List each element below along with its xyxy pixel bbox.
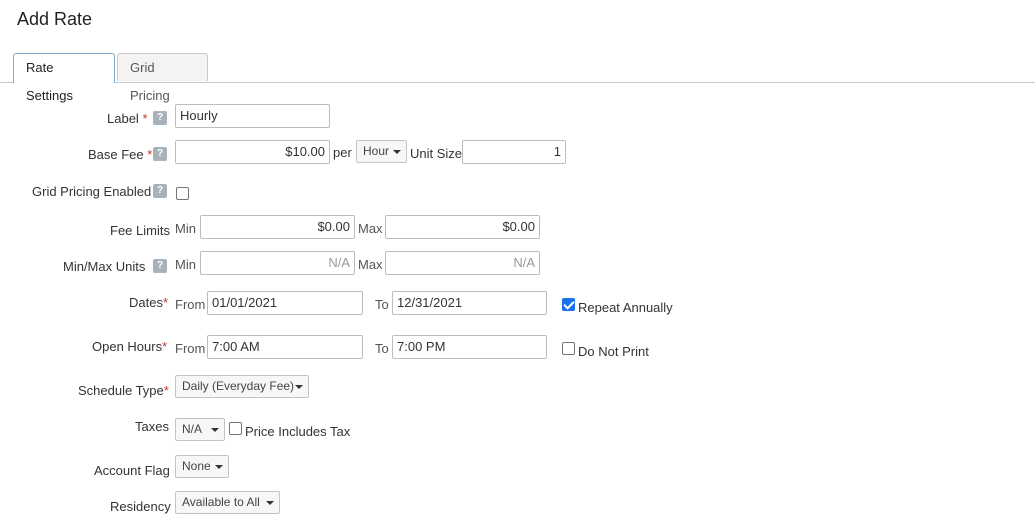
fee-min-label: Min [175,221,196,236]
units-min-input[interactable]: N/A [200,251,355,275]
per-label: per [333,145,352,160]
unit-size-label: Unit Size [410,146,463,161]
tab-bar: Rate Settings Grid Pricing [0,53,1035,103]
grid-pricing-checkbox[interactable] [176,187,189,200]
help-icon[interactable]: ? [153,259,167,273]
chevron-down-icon [393,150,401,154]
account-flag-label: Account Flag [94,463,170,478]
hours-to-input[interactable]: 7:00 PM [392,335,547,359]
taxes-label: Taxes [135,419,169,434]
dates-label: Dates* [129,295,169,310]
chevron-down-icon [211,428,219,432]
units-min-label: Min [175,257,196,272]
account-flag-value: None [182,459,211,473]
fee-limits-label: Fee Limits [110,223,170,238]
units-max-placeholder: N/A [513,255,535,270]
chevron-down-icon [266,501,274,505]
repeat-annually-checkbox[interactable] [562,298,575,311]
help-icon[interactable]: ? [153,184,167,198]
repeat-annually-label[interactable]: Repeat Annually [578,300,673,315]
required-marker: * [162,295,169,310]
help-icon[interactable]: ? [153,147,167,161]
hours-from-label: From [175,341,206,356]
schedule-type-label: Schedule Type* [78,383,169,398]
unit-select[interactable]: Hour [356,140,407,163]
open-hours-label: Open Hours* [92,339,168,354]
required-marker: * [147,147,153,162]
base-fee-input[interactable]: $10.00 [175,140,330,164]
fee-min-input[interactable]: $0.00 [200,215,355,239]
units-min-placeholder: N/A [328,255,350,270]
price-includes-tax-label[interactable]: Price Includes Tax [245,424,350,439]
required-marker: * [142,111,148,126]
hours-to-label: To [375,341,389,356]
dates-from-input[interactable]: 01/01/2021 [207,291,363,315]
fee-max-label: Max [358,221,383,236]
residency-label: Residency [110,499,171,514]
units-max-label: Max [358,257,383,272]
units-max-input[interactable]: N/A [385,251,540,275]
tab-grid-pricing[interactable]: Grid Pricing [117,53,208,103]
account-flag-select[interactable]: None [175,455,229,478]
fee-max-input[interactable]: $0.00 [385,215,540,239]
unit-select-value: Hour [363,144,390,158]
help-icon[interactable]: ? [153,111,167,125]
do-not-print-checkbox[interactable] [562,342,575,355]
residency-select[interactable]: Available to All [175,491,280,514]
label-input[interactable]: Hourly [175,104,330,128]
chevron-down-icon [215,465,223,469]
chevron-down-icon [295,385,303,389]
taxes-select[interactable]: N/A [175,418,225,441]
schedule-type-value: Daily (Everyday Fee) [182,379,295,393]
required-marker: * [163,383,169,398]
required-marker: * [162,339,168,354]
taxes-value: N/A [182,422,203,436]
dates-to-label: To [375,297,389,312]
price-includes-tax-checkbox[interactable] [229,422,242,435]
grid-pricing-label: Grid Pricing Enabled [32,184,152,199]
label-field-label: Label * [107,111,148,126]
base-fee-label: Base Fee * [88,147,153,162]
unit-size-input[interactable]: 1 [462,140,566,164]
dates-to-input[interactable]: 12/31/2021 [392,291,547,315]
tab-rate-settings[interactable]: Rate Settings [13,53,115,103]
page-title: Add Rate [17,9,93,29]
residency-value: Available to All [182,495,260,509]
minmax-units-label: Min/Max Units [63,259,146,274]
schedule-type-select[interactable]: Daily (Everyday Fee) [175,375,309,398]
do-not-print-label[interactable]: Do Not Print [578,344,649,359]
dates-from-label: From [175,297,206,312]
hours-from-input[interactable]: 7:00 AM [207,335,363,359]
